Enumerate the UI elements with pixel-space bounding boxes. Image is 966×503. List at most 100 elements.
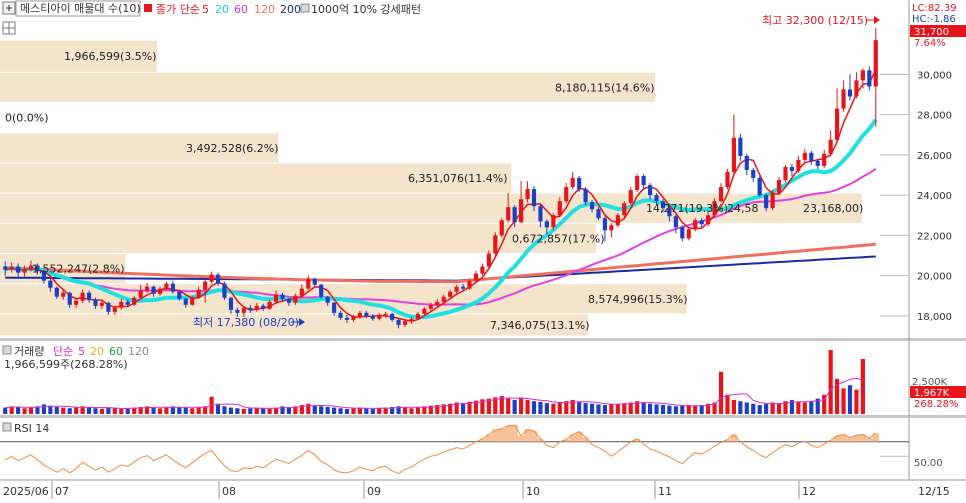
candle-body bbox=[789, 166, 795, 171]
candle-body bbox=[751, 169, 756, 179]
volume-bar bbox=[751, 403, 756, 414]
volume-bar bbox=[693, 405, 698, 414]
candle-body bbox=[738, 137, 743, 156]
volume-bar bbox=[847, 385, 853, 414]
candle-body bbox=[364, 312, 369, 316]
volume-bar bbox=[344, 408, 350, 414]
candle-body bbox=[183, 298, 188, 305]
volume-profile-label: 8,180,115(14.6%) bbox=[555, 81, 655, 94]
candle-body bbox=[215, 274, 221, 284]
candle-body bbox=[338, 312, 343, 318]
volume-bar bbox=[551, 403, 556, 414]
x-label: 11 bbox=[658, 485, 672, 498]
price-tick-label: 30,000 bbox=[917, 70, 952, 81]
candle-body bbox=[622, 203, 627, 216]
volume-title: 거래량 bbox=[14, 345, 44, 358]
price-tick-label: 20,000 bbox=[917, 272, 952, 283]
candle-body bbox=[525, 189, 530, 200]
ma-period-120: 120 bbox=[254, 3, 275, 16]
candle-body bbox=[596, 209, 601, 219]
candle-body bbox=[164, 283, 169, 289]
candle-body bbox=[519, 199, 524, 223]
volume-bar bbox=[183, 407, 188, 414]
volume-bar bbox=[228, 407, 234, 414]
candle-body bbox=[254, 305, 259, 310]
volume-bar bbox=[460, 403, 466, 414]
panel-splitter[interactable] bbox=[0, 338, 966, 341]
volume-bar bbox=[415, 407, 421, 414]
ma-period-200: 200 bbox=[280, 3, 301, 16]
volume-bar bbox=[332, 407, 337, 414]
candle-body bbox=[422, 308, 427, 314]
candle-body bbox=[22, 269, 27, 273]
ma-legend-swatch bbox=[144, 4, 152, 12]
volume-bar bbox=[67, 408, 72, 414]
volume-profile-label: 23,168,00) bbox=[803, 202, 863, 215]
candle-body bbox=[119, 301, 124, 308]
candle-body bbox=[138, 290, 143, 298]
volume-bar bbox=[860, 358, 865, 414]
candle-body bbox=[499, 220, 504, 236]
volume-bar bbox=[16, 406, 21, 414]
low-label: 최저 17,380 (08/20) bbox=[193, 316, 299, 329]
volume-bar bbox=[351, 408, 356, 414]
candle-body bbox=[235, 309, 240, 313]
volume-profile-label: 3,492,528(6.2%) bbox=[186, 142, 279, 155]
candle-body bbox=[428, 304, 433, 309]
volume-bar bbox=[157, 408, 163, 414]
volume-bar bbox=[686, 405, 691, 414]
candle-body bbox=[725, 171, 730, 188]
volume-bar bbox=[796, 401, 801, 414]
candle-body bbox=[402, 320, 408, 325]
candle-body bbox=[506, 207, 511, 221]
volume-bar bbox=[325, 406, 330, 414]
candle-body bbox=[319, 284, 324, 297]
low-annotation: 최저 17,380 (08/20) bbox=[193, 316, 305, 329]
volume-bar bbox=[596, 404, 601, 414]
volume-bar bbox=[338, 408, 343, 414]
volume-profile-label: 0(0.0%) bbox=[5, 112, 49, 125]
stock-chart-window: 1,966,599(3.5%) 8,180,115(14.6%) 0(0.0%) 3,… bbox=[0, 0, 966, 499]
volume-bar bbox=[512, 399, 517, 414]
volume-pct: 268.28% bbox=[914, 399, 959, 410]
candle-body bbox=[583, 189, 588, 203]
candle-body bbox=[190, 297, 195, 305]
candle-body bbox=[132, 297, 137, 305]
candle-body bbox=[551, 215, 556, 228]
candle-body bbox=[396, 319, 401, 325]
volume-bar bbox=[319, 406, 324, 414]
panel-splitter[interactable] bbox=[0, 415, 966, 418]
candle-body bbox=[351, 316, 356, 320]
volume-bar bbox=[731, 399, 737, 414]
candle-body bbox=[841, 89, 846, 109]
volume-bar bbox=[577, 401, 582, 414]
volume-bar bbox=[589, 403, 595, 414]
volume-bar bbox=[215, 403, 221, 414]
ma-period-20: 20 bbox=[215, 3, 229, 16]
volume-bar bbox=[699, 405, 704, 414]
volume-profile-label: 7,346,075(13.1%) bbox=[490, 319, 590, 332]
volume-profile-label: 6,351,076(11.4%) bbox=[408, 172, 508, 185]
candle-body bbox=[699, 220, 704, 225]
candle-body bbox=[241, 307, 246, 313]
volume-bar bbox=[99, 408, 105, 414]
candle-body bbox=[686, 229, 691, 239]
high-annotation: 최고 32,300 (12/15) bbox=[762, 14, 880, 27]
candle-body bbox=[744, 155, 749, 170]
candle-body bbox=[706, 215, 711, 225]
candle-body bbox=[448, 291, 453, 297]
volume-bar bbox=[125, 408, 130, 414]
candle-body bbox=[9, 266, 14, 270]
volume-bar bbox=[609, 404, 614, 414]
volume-profile-label: 24,58 bbox=[727, 202, 759, 215]
high-label: 최고 32,300 (12/15) bbox=[762, 14, 868, 27]
price-tick-label: 26,000 bbox=[917, 151, 952, 162]
volume-bar bbox=[22, 408, 27, 414]
volume-bar bbox=[544, 403, 549, 414]
candle-body bbox=[834, 108, 840, 140]
price-tick-label: 22,000 bbox=[917, 231, 952, 242]
candle-body bbox=[802, 152, 807, 160]
candle-body bbox=[248, 307, 253, 310]
price-tick-label: 28,000 bbox=[917, 111, 952, 122]
volume-bar bbox=[583, 403, 588, 414]
